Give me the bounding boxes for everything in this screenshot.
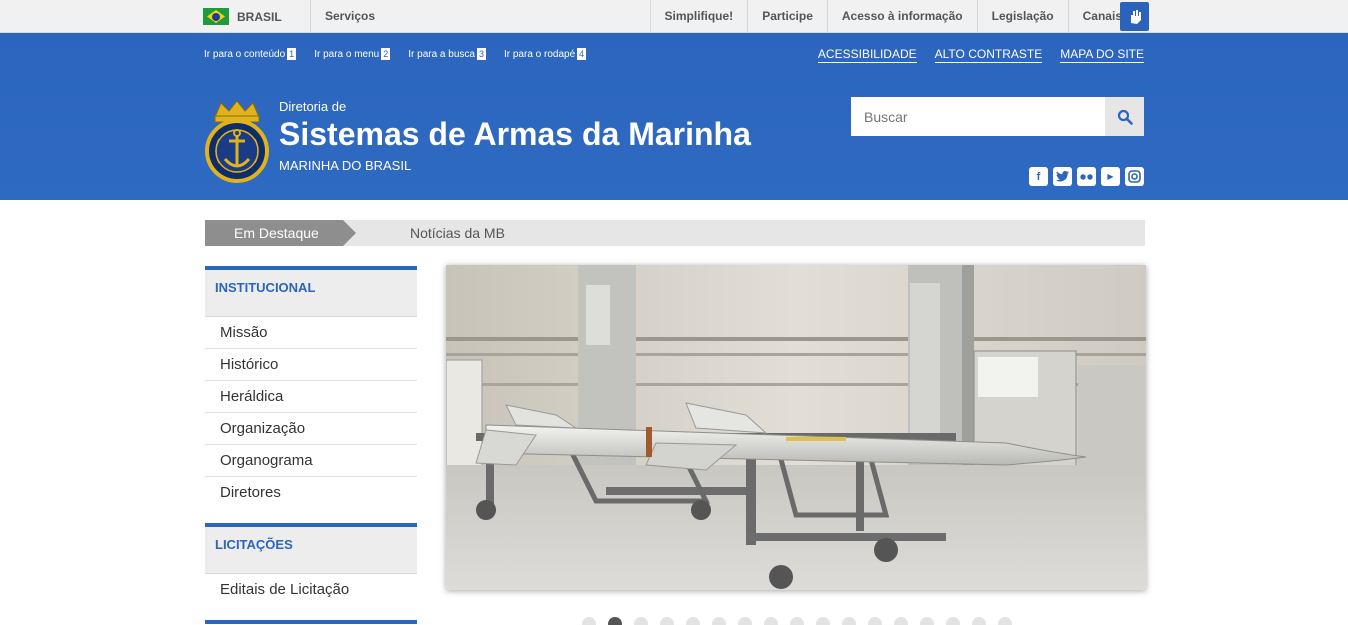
brasil-link[interactable]: BRASIL	[203, 0, 282, 33]
sidebar-item-organograma[interactable]: Organograma	[205, 445, 417, 477]
twitter-icon[interactable]	[1053, 167, 1072, 186]
mapa-do-site-link[interactable]: MAPA DO SITE	[1060, 47, 1144, 63]
libras-hand-icon[interactable]	[1120, 2, 1149, 31]
carousel-dot[interactable]	[764, 617, 778, 625]
skip-label: Ir para o rodapé	[503, 49, 576, 60]
skip-label: Ir para o conteúdo	[204, 49, 286, 60]
legislacao-link[interactable]: Legislação	[976, 0, 1068, 33]
sidebar-list: Editais de Licitação	[205, 574, 417, 606]
accessibility-links: ACESSIBILIDADE ALTO CONTRASTE MAPA DO SI…	[817, 47, 1144, 63]
skip-to-content-link[interactable]: Ir para o conteúdo 1	[204, 48, 297, 60]
site-header: Ir para o conteúdo 1 Ir para o menu 2 Ir p…	[0, 33, 1348, 200]
search-box	[851, 97, 1144, 136]
highlights-bar: Em Destaque Notícias da MB	[205, 220, 1145, 246]
skip-key: 1	[287, 48, 297, 60]
carousel-dot[interactable]	[660, 617, 674, 625]
carousel-dot[interactable]	[816, 617, 830, 625]
gov-bar: BRASIL Serviços Simplifique! Participe A…	[0, 0, 1348, 33]
skip-key: 4	[577, 48, 587, 60]
sidebar-section-institucional: INSTITUCIONAL Missão Histórico Heráldica…	[205, 266, 417, 509]
carousel-dot[interactable]	[712, 617, 726, 625]
brazil-flag-icon	[203, 8, 229, 25]
carousel-dot[interactable]	[790, 617, 804, 625]
carousel-pagination	[582, 617, 1012, 625]
sidebar-section-title: INSTITUCIONAL	[205, 266, 417, 317]
carousel-dot[interactable]	[972, 617, 986, 625]
instagram-icon[interactable]	[1125, 167, 1144, 186]
skip-key: 2	[381, 48, 391, 60]
sidebar-item-heraldica[interactable]: Heráldica	[205, 381, 417, 413]
carousel-dot-active[interactable]	[608, 617, 622, 625]
missile-photo	[446, 265, 1146, 590]
skip-to-search-link[interactable]: Ir para a busca 3	[408, 48, 486, 60]
sidebar-section-next-border	[205, 620, 417, 624]
sidebar-section-licitacoes: LICITAÇÕES Editais de Licitação	[205, 523, 417, 606]
skip-key: 3	[476, 48, 486, 60]
search-input[interactable]	[851, 97, 1105, 136]
sidebar-item-missao[interactable]: Missão	[205, 317, 417, 349]
highlights-tag: Em Destaque	[205, 220, 356, 246]
carousel-dot[interactable]	[894, 617, 908, 625]
sidebar-item-organizacao[interactable]: Organização	[205, 413, 417, 445]
skip-links: Ir para o conteúdo 1 Ir para o menu 2 Ir p…	[204, 48, 587, 60]
search-icon	[1117, 109, 1133, 125]
sidebar-item-diretores[interactable]: Diretores	[205, 477, 417, 509]
youtube-icon[interactable]: ▶	[1101, 167, 1120, 186]
sidebar-item-editais[interactable]: Editais de Licitação	[205, 574, 417, 606]
sidebar-section-title: LICITAÇÕES	[205, 523, 417, 574]
carousel-dot[interactable]	[920, 617, 934, 625]
alto-contraste-link[interactable]: ALTO CONTRASTE	[934, 47, 1043, 63]
site-title-block[interactable]: Diretoria de Sistemas de Armas da Marinh…	[279, 99, 751, 173]
carousel-dot[interactable]	[868, 617, 882, 625]
carousel-dot[interactable]	[634, 617, 648, 625]
skip-to-footer-link[interactable]: Ir para o rodapé 4	[503, 48, 587, 60]
flickr-icon[interactable]	[1077, 167, 1096, 186]
carousel-dot[interactable]	[946, 617, 960, 625]
participe-link[interactable]: Participe	[747, 0, 827, 33]
servicos-link[interactable]: Serviços	[325, 0, 375, 33]
gov-links: Simplifique! Participe Acesso à informaç…	[649, 0, 1136, 33]
acessibilidade-link[interactable]: ACESSIBILIDADE	[817, 47, 917, 63]
sidebar-list: Missão Histórico Heráldica Organização O…	[205, 317, 417, 509]
navy-emblem-logo[interactable]	[205, 99, 269, 185]
brasil-label: BRASIL	[237, 9, 282, 24]
carousel-dot[interactable]	[582, 617, 596, 625]
skip-label: Ir para o menu	[314, 49, 380, 60]
skip-to-menu-link[interactable]: Ir para o menu 2	[314, 48, 391, 60]
site-subtitle: MARINHA DO BRASIL	[279, 158, 412, 173]
carousel-dot[interactable]	[842, 617, 856, 625]
simplifique-link[interactable]: Simplifique!	[649, 0, 748, 33]
acesso-informacao-link[interactable]: Acesso à informação	[826, 0, 977, 33]
skip-label: Ir para a busca	[408, 49, 475, 60]
sidebar-item-historico[interactable]: Histórico	[205, 349, 417, 381]
carousel-dot[interactable]	[738, 617, 752, 625]
divider	[310, 0, 311, 33]
carousel-dot[interactable]	[998, 617, 1012, 625]
carousel-dot[interactable]	[686, 617, 700, 625]
carousel-slide-image[interactable]	[446, 265, 1146, 590]
facebook-icon[interactable]: f	[1029, 167, 1048, 186]
social-links: f ▶	[1029, 167, 1144, 186]
site-title: Sistemas de Armas da Marinha	[279, 116, 751, 152]
site-pretitle: Diretoria de	[279, 99, 347, 114]
highlight-news-link[interactable]: Notícias da MB	[410, 220, 505, 246]
search-button[interactable]	[1105, 97, 1144, 136]
